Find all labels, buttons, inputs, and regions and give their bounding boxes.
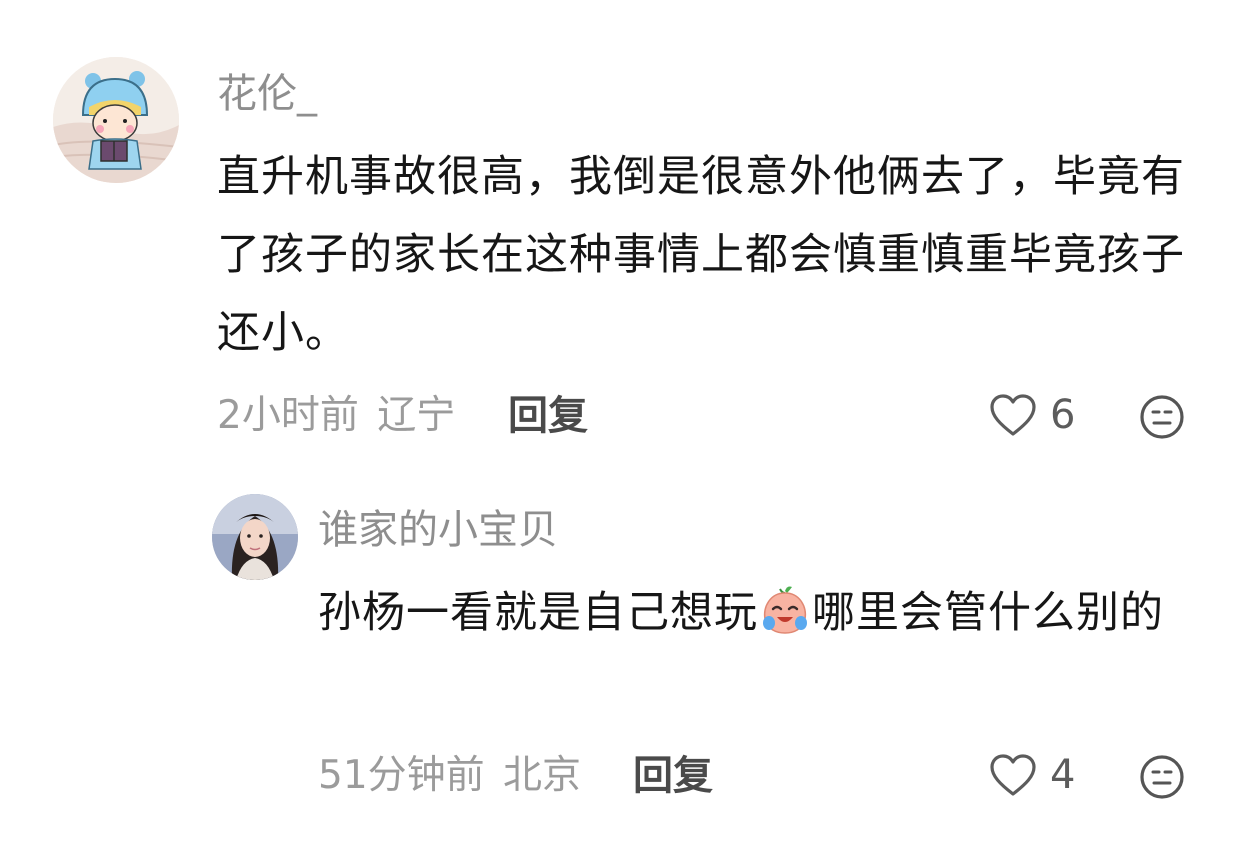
like-button[interactable]: 6 xyxy=(988,391,1075,439)
dislike-button[interactable] xyxy=(1138,393,1186,441)
like-count: 6 xyxy=(1050,392,1076,438)
neutral-face-icon xyxy=(1140,395,1184,439)
woman-portrait-avatar-icon xyxy=(212,494,298,580)
reply-button[interactable]: 回复 xyxy=(508,392,588,440)
username[interactable]: 花伦_ xyxy=(217,70,317,118)
comment-meta: 2小时前 辽宁 xyxy=(217,392,455,440)
like-count: 4 xyxy=(1050,752,1076,798)
comment-text-part: 哪里会管什么别的 xyxy=(812,588,1164,638)
cartoon-boy-reading-avatar-icon xyxy=(53,57,179,183)
heart-outline-icon xyxy=(990,754,1036,796)
neutral-face-icon xyxy=(1140,755,1184,799)
comment-time: 51分钟前 xyxy=(318,753,485,798)
like-button[interactable]: 4 xyxy=(988,751,1075,799)
comment-text: 直升机事故很高，我倒是很意外他俩去了，毕竟有了孩子的家长在这种事情上都会慎重慎重… xyxy=(217,152,1185,358)
comment-text: 孙杨一看就是自己想玩 哪里会管什么别的 xyxy=(318,574,1213,652)
comment-location: 北京 xyxy=(503,753,582,798)
crying-peach-emoji-icon xyxy=(763,586,807,634)
comment-text-part: 孙杨一看就是自己想玩 xyxy=(318,588,758,638)
reply-button[interactable]: 回复 xyxy=(633,752,713,800)
reply-item: 谁家的小宝贝 孙杨一看就是自己想玩 哪里会管什么别的 51分钟前 北京 回复 4 xyxy=(0,470,1260,847)
user-avatar[interactable] xyxy=(53,57,179,183)
comment-meta: 51分钟前 北京 xyxy=(318,752,581,800)
heart-outline-icon xyxy=(990,394,1036,436)
username[interactable]: 谁家的小宝贝 xyxy=(318,506,558,554)
comment-location: 辽宁 xyxy=(377,393,456,438)
user-avatar[interactable] xyxy=(212,494,298,580)
comment-time: 2小时前 xyxy=(217,393,359,438)
dislike-button[interactable] xyxy=(1138,753,1186,801)
comment-item: 花伦_ 直升机事故很高，我倒是很意外他俩去了，毕竟有了孩子的家长在这种事情上都会… xyxy=(0,0,1260,470)
